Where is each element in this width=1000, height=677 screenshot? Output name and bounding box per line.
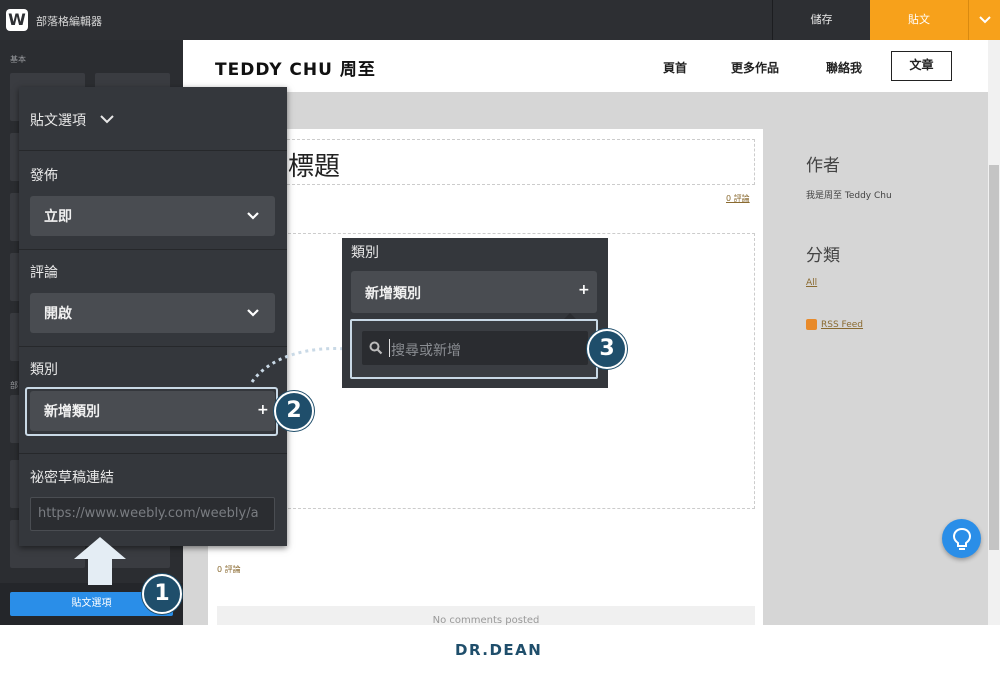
category-label: 類別 (30, 362, 58, 378)
publish-label: 發佈 (30, 168, 58, 184)
categories-heading: 分類 (806, 246, 840, 266)
nav-item-contact[interactable]: 聯絡我 (826, 59, 862, 76)
zoom-category-label: 類別 (351, 245, 379, 261)
comments-link[interactable]: 0 評論 (726, 193, 750, 204)
step-badge-2: 2 (274, 391, 314, 431)
secret-link-field[interactable]: https://www.weebly.com/weebly/a (30, 497, 275, 531)
scrollbar-thumb[interactable] (989, 165, 999, 550)
publish-options-button[interactable] (968, 0, 1000, 40)
nav-item-home[interactable]: 頁首 (663, 59, 687, 76)
add-category-label: 新增類別 (44, 404, 100, 420)
lightbulb-icon (952, 527, 972, 550)
post-title[interactable]: 標題 (288, 146, 340, 183)
rss-icon (806, 319, 817, 330)
author-name: 我是周至 Teddy Chu (806, 191, 892, 201)
comments-select-value: 開啟 (44, 306, 72, 322)
site-title[interactable]: TEDDY CHU 周至 (215, 55, 376, 80)
sidebar-section-label: 部 (10, 381, 18, 390)
divider (19, 453, 287, 454)
chevron-down-icon[interactable] (99, 112, 115, 126)
sidebar-basic-label: 基本 (10, 55, 26, 64)
secret-link-label: 祕密草稿連結 (30, 470, 114, 486)
no-comments-message: No comments posted (217, 606, 755, 625)
comments-label: 評論 (30, 265, 58, 281)
step-badge-1: 1 (142, 574, 182, 614)
rss-feed-link[interactable]: RSS Feed (821, 320, 863, 330)
chevron-down-icon (979, 16, 991, 24)
step-badge-3: 3 (587, 329, 627, 369)
publish-select-value: 立即 (44, 209, 72, 225)
search-placeholder: 搜尋或新增 (391, 343, 461, 359)
chevron-down-icon (247, 309, 259, 317)
text-cursor (389, 339, 390, 357)
plus-icon[interactable]: + (257, 402, 269, 418)
search-icon (369, 341, 383, 355)
author-heading: 作者 (806, 156, 840, 176)
drdean-logo: DR.DEAN (455, 641, 543, 659)
weebly-logo-icon[interactable]: W (6, 9, 28, 31)
plus-icon[interactable]: + (578, 282, 590, 298)
zoom-add-category-label: 新增類別 (365, 286, 421, 302)
chevron-down-icon (247, 212, 259, 220)
save-button[interactable]: 儲存 (772, 0, 870, 40)
panel-title[interactable]: 貼文選項 (30, 110, 86, 130)
nav-item-more-works[interactable]: 更多作品 (731, 59, 779, 76)
post-title-box[interactable] (287, 139, 755, 185)
app-title: 部落格編輯器 (36, 15, 102, 28)
arrow-up-icon (74, 537, 126, 585)
help-button[interactable] (942, 519, 981, 558)
comments-count: 0 評論 (217, 565, 241, 574)
nav-item-articles[interactable]: 文章 (891, 51, 952, 81)
divider (19, 249, 287, 250)
publish-button[interactable]: 貼文 (870, 0, 968, 40)
category-all-link[interactable]: All (806, 278, 817, 288)
